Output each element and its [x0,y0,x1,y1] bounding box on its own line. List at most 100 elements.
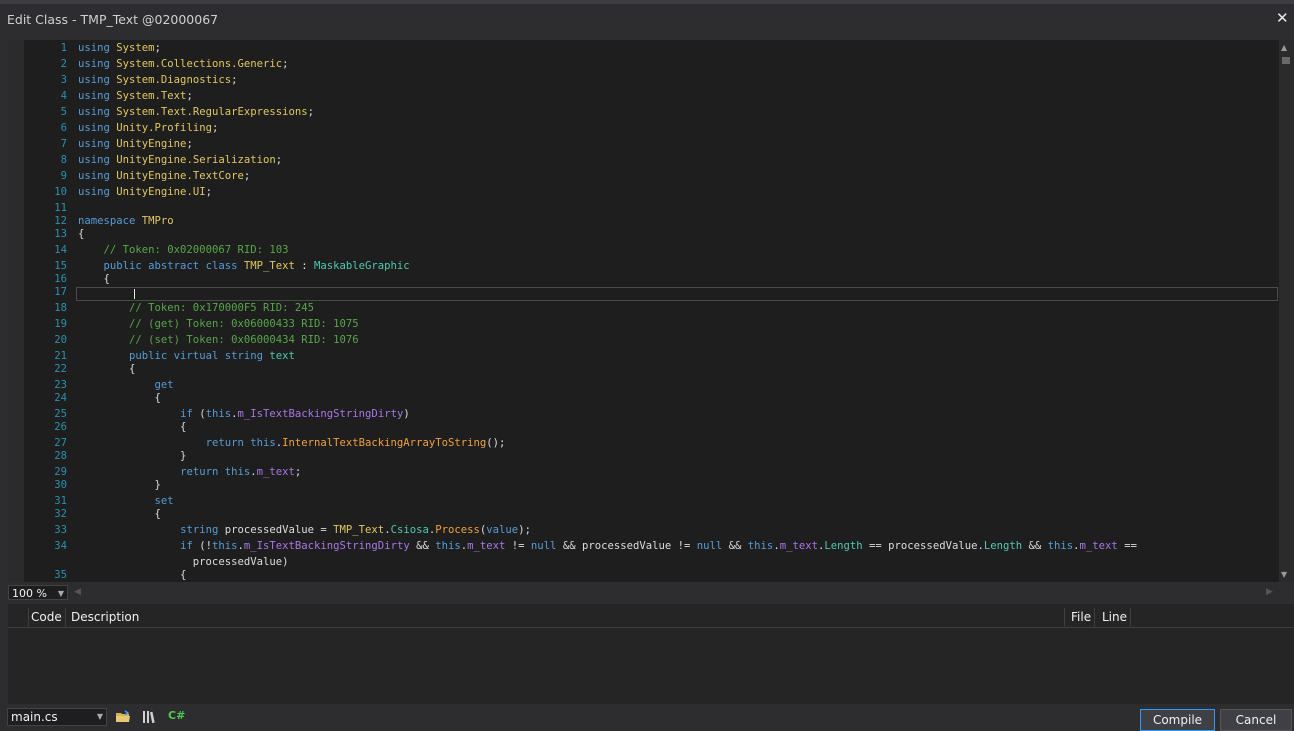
code-token: Unity.Profiling [116,122,212,134]
code-text: using UnityEngine.UI; [78,184,212,200]
code-line[interactable]: 13 { [8,226,1279,242]
code-token: if [180,540,200,552]
code-token: m_text [467,540,506,552]
code-token: m_text [779,540,818,552]
code-token: (! [199,540,212,552]
code-token: Process [435,524,480,536]
file-select-value: main.cs [11,710,58,724]
code-line[interactable]: 5 using System.Text.RegularExpressions; [8,104,1279,120]
column-divider[interactable] [28,608,29,626]
code-token: System.Collections.Generic [116,58,283,70]
code-token: using [78,90,117,102]
line-number: 9 [60,170,67,182]
code-line[interactable]: 35 { [8,567,1279,582]
zoom-select[interactable]: 100 % ▼ [8,585,68,600]
library-icon[interactable] [142,709,160,725]
chevron-down-icon: ▼ [96,712,103,721]
code-token: // Token: 0x170000F5 RID: 245 [129,302,314,314]
scroll-up-icon[interactable]: ▲ [1281,43,1287,52]
code-line[interactable]: 3 using System.Diagnostics; [8,72,1279,88]
code-token: // Token: 0x02000067 RID: 103 [103,244,289,256]
line-number: 22 [54,363,67,375]
column-description[interactable]: Description [71,610,139,624]
code-line[interactable]: 10 using UnityEngine.UI; [8,184,1279,200]
line-number: 2 [60,58,67,70]
code-text: // Token: 0x02000067 RID: 103 [78,242,289,258]
code-token: using [78,122,117,134]
file-select[interactable]: main.cs ▼ [7,708,107,726]
code-token: this [747,540,774,552]
window-title: Edit Class - TMP_Text @02000067 [7,12,219,27]
code-line[interactable]: 32 { [8,506,1279,522]
code-token: System [116,42,155,54]
line-number: 4 [60,90,67,102]
scroll-left-icon[interactable]: ◀ [74,587,81,597]
csharp-icon[interactable]: C# [168,709,186,725]
code-line[interactable]: 9 using UnityEngine.TextCore; [8,168,1279,184]
code-token: && [722,540,748,552]
code-line[interactable]: 34 if (!this.m_IsTextBackingStringDirty … [8,538,1279,554]
code-line[interactable]: 24 { [8,390,1279,406]
code-line[interactable]: 18 // Token: 0x170000F5 RID: 245 [8,300,1279,316]
code-text: using System.Diagnostics; [78,72,237,88]
line-number: 20 [54,334,67,346]
vertical-scrollbar[interactable]: ▲ ▼ [1279,40,1294,582]
line-number: 26 [54,421,67,433]
zoom-value: 100 % [12,587,47,600]
scrollbar-thumb[interactable] [1282,57,1290,64]
code-token: { [78,392,161,404]
line-number: 13 [54,228,67,240]
error-list-header: Code Description File Line [8,606,1294,628]
code-text: using UnityEngine; [78,136,193,152]
line-number: 24 [54,392,67,404]
code-token: this [211,540,238,552]
code-line[interactable]: 7 using UnityEngine; [8,136,1279,152]
code-editor[interactable]: 1 using System; 2 using System.Collections.… [8,40,1279,582]
code-line[interactable]: 6 using Unity.Profiling; [8,120,1279,136]
code-token: ; [275,154,283,166]
line-number: 8 [60,154,67,166]
scroll-down-icon[interactable]: ▼ [1281,570,1287,579]
code-line[interactable]: 19 // (get) Token: 0x06000433 RID: 1075 [8,316,1279,332]
open-folder-icon[interactable] [115,709,133,725]
code-line[interactable]: 14 // Token: 0x02000067 RID: 103 [8,242,1279,258]
code-line[interactable]: 1 using System; [8,40,1279,56]
close-icon[interactable]: ✕ [1276,9,1289,27]
column-line[interactable]: Line [1102,610,1127,624]
code-token: processedValue = [224,524,334,536]
code-line[interactable]: 33 string processedValue = TMP_Text.Csio… [8,522,1279,538]
column-divider[interactable] [1130,608,1131,626]
error-list-panel: Code Description File Line [8,604,1294,704]
line-number: 19 [54,318,67,330]
line-number: 7 [60,138,67,150]
code-line[interactable]: 2 using System.Collections.Generic; [8,56,1279,72]
code-token: UnityEngine.TextCore [116,170,244,182]
code-text: using System; [78,40,161,56]
scroll-right-icon[interactable]: ▶ [1266,587,1273,597]
code-line[interactable]: 28 } [8,448,1279,464]
column-divider[interactable] [1094,608,1095,626]
code-token: // (set) Token: 0x06000434 RID: 1076 [129,334,359,346]
code-line[interactable]: 30 } [8,477,1279,493]
code-line[interactable]: 4 using System.Text; [8,88,1279,104]
column-divider[interactable] [65,608,66,626]
code-token: string [180,524,225,536]
chevron-down-icon: ▼ [57,589,64,598]
code-token: == processedValue. [862,540,984,552]
line-number: 35 [54,569,67,581]
code-token: ; [154,42,161,54]
code-text: // (set) Token: 0x06000434 RID: 1076 [78,332,359,348]
code-token: { [78,421,187,433]
code-line[interactable]: 20 // (set) Token: 0x06000434 RID: 1076 [8,332,1279,348]
code-line[interactable]: 26 { [8,419,1279,435]
column-code[interactable]: Code [31,610,62,624]
column-file[interactable]: File [1071,610,1091,624]
column-divider[interactable] [1064,608,1065,626]
code-token: ; [186,90,193,102]
code-token: System.Text.RegularExpressions [116,106,308,118]
code-line[interactable]: 8 using UnityEngine.Serialization; [8,152,1279,168]
code-line[interactable]: 22 { [8,361,1279,377]
